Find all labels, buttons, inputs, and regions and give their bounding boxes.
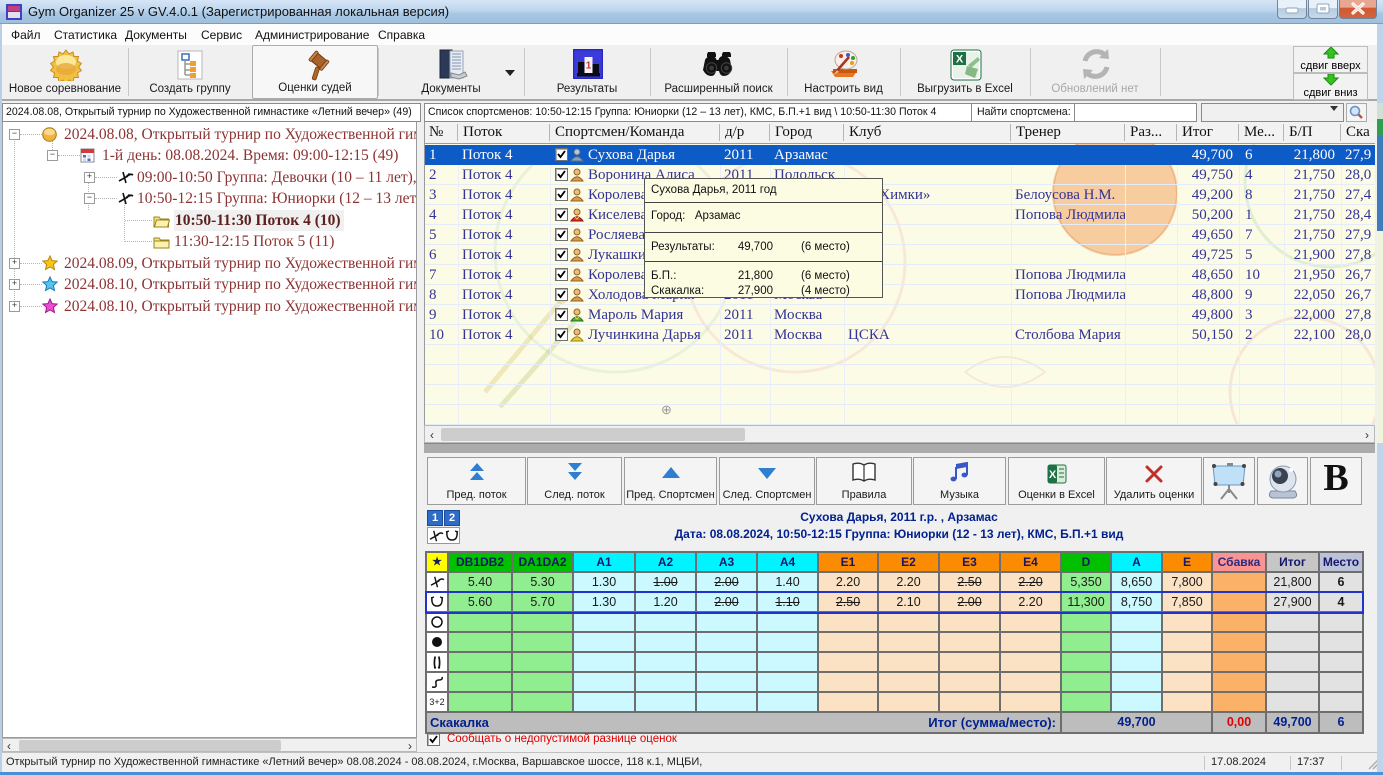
svg-text:X: X xyxy=(1048,469,1056,481)
svg-text:X: X xyxy=(956,54,964,66)
svg-text:1: 1 xyxy=(586,61,592,72)
